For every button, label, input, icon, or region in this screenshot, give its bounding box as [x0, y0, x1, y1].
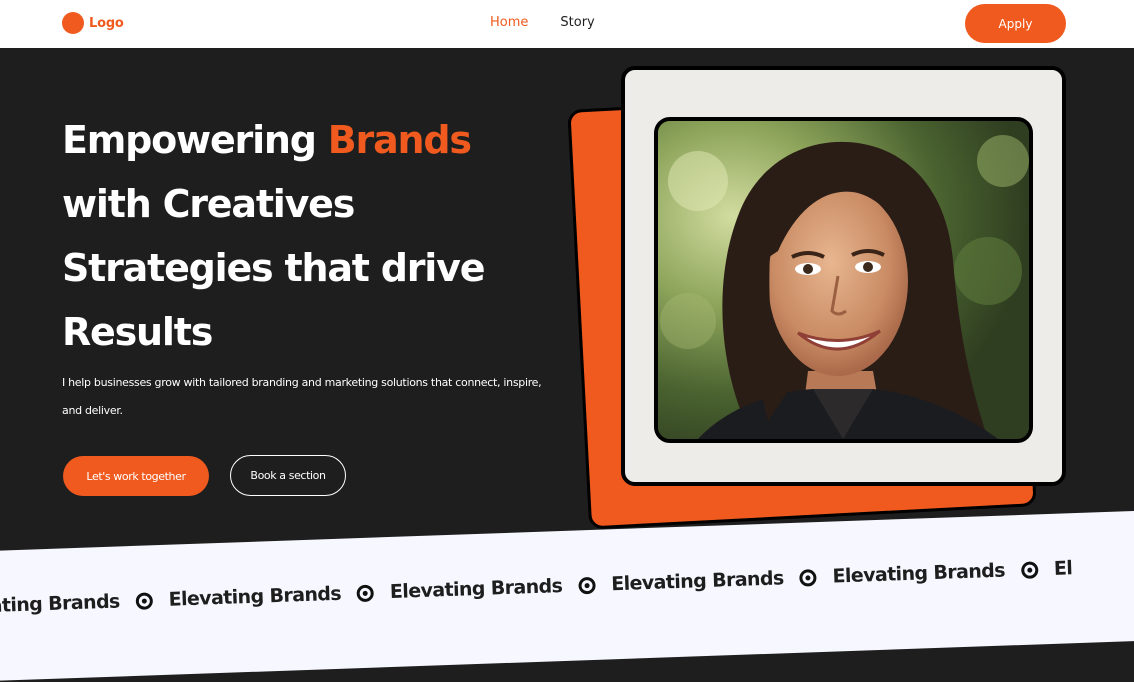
logo-circle-icon [62, 12, 84, 34]
nav-links: Home Story [490, 15, 627, 30]
portrait-photo [654, 117, 1033, 443]
circle-dot-icon [356, 584, 375, 602]
marquee-text: vating Brands [0, 590, 121, 618]
nav-link-home[interactable]: Home [490, 15, 528, 30]
nav-link-story[interactable]: Story [560, 15, 594, 30]
marquee-text: Elevating Brands [832, 559, 1006, 588]
lets-work-together-button[interactable]: Let's work together [63, 456, 209, 496]
circle-dot-icon [577, 576, 596, 594]
headline-accent: Brands [327, 118, 472, 162]
elevating-brands-marquee: vating Brands Elevating Brands Elevating… [0, 509, 1134, 682]
headline-part1: Empowering [62, 118, 328, 162]
marquee-text: Elevating Brands [610, 567, 784, 596]
marquee-text: Elevating Brands [389, 575, 563, 604]
book-a-section-button[interactable]: Book a section [230, 455, 346, 496]
marquee-item: Elevating Brands [832, 558, 1039, 588]
headline-part2: with Creatives Strategies that drive Res… [62, 182, 485, 354]
marquee-item: vating Brands [0, 589, 153, 617]
hero-subtext: I help businesses grow with tailored bra… [62, 376, 542, 417]
top-navbar: Logo Home Story Apply [0, 0, 1134, 48]
apply-button[interactable]: Apply [965, 4, 1066, 43]
marquee-text: Elevating Brands [168, 582, 342, 611]
logo-text: Logo [89, 15, 124, 31]
circle-dot-icon [135, 591, 153, 610]
marquee-item: El [1053, 557, 1072, 580]
circle-dot-icon [799, 568, 817, 587]
logo[interactable]: Logo [62, 12, 124, 34]
hero-headline: Empowering Brands with Creatives Strategi… [62, 108, 562, 364]
marquee-item: Elevating Brands [168, 582, 375, 611]
marquee-item: Elevating Brands [611, 566, 817, 595]
portrait-illustration [658, 121, 1029, 439]
marquee-track: vating Brands Elevating Brands Elevating… [0, 557, 1073, 618]
circle-dot-icon [1020, 560, 1039, 579]
marquee-text: El [1053, 557, 1073, 580]
marquee-item: Elevating Brands [390, 574, 596, 603]
